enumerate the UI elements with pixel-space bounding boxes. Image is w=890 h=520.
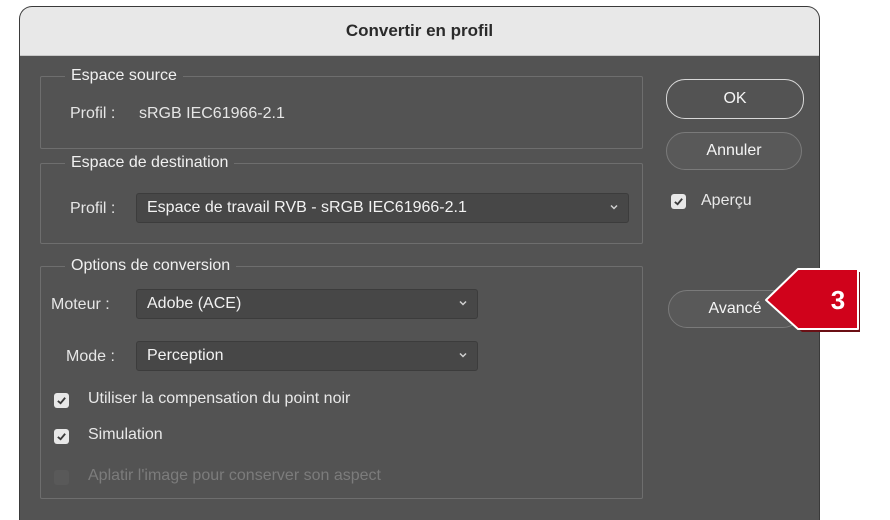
dialog-titlebar[interactable]: Convertir en profil: [20, 7, 819, 56]
conversion-options-legend: Options de conversion: [71, 257, 231, 274]
mode-label: Mode :: [66, 348, 115, 365]
engine-value: Adobe (ACE): [147, 295, 242, 312]
preview-checkbox[interactable]: [671, 194, 686, 209]
simulation-label[interactable]: Simulation: [88, 426, 163, 444]
callout-number: 3: [830, 285, 846, 315]
destination-profile-select[interactable]: Espace de travail RVB - sRGB IEC61966-2.…: [136, 193, 629, 223]
cancel-button[interactable]: Annuler: [666, 132, 802, 170]
ok-button-label: OK: [723, 90, 747, 107]
engine-select[interactable]: Adobe (ACE): [136, 289, 478, 319]
source-profile-label: Profil :: [70, 105, 116, 122]
checkmark-icon: [57, 397, 66, 405]
dialog-title: Convertir en profil: [345, 21, 494, 40]
simulation-checkbox[interactable]: [54, 429, 69, 444]
checkmark-icon: [57, 433, 66, 441]
destination-space-legend: Espace de destination: [71, 154, 229, 171]
chevron-down-icon: [610, 204, 618, 210]
destination-profile-label: Profil :: [70, 200, 116, 217]
advanced-button-label: Avancé: [708, 300, 762, 317]
black-point-checkbox[interactable]: [54, 393, 69, 408]
flatten-label: Aplatir l'image pour conserver son aspec…: [88, 467, 381, 484]
ok-button[interactable]: OK: [666, 79, 804, 119]
checkmark-icon: [674, 198, 683, 206]
mode-value: Perception: [147, 347, 224, 364]
destination-profile-value: Espace de travail RVB - sRGB IEC61966-2.…: [147, 199, 467, 216]
mode-select[interactable]: Perception: [136, 341, 478, 371]
engine-label: Moteur :: [51, 296, 110, 313]
black-point-label[interactable]: Utiliser la compensation du point noir: [88, 390, 350, 408]
cancel-button-label: Annuler: [706, 142, 762, 159]
source-space-group: Espace source: [40, 67, 643, 149]
chevron-down-icon: [459, 300, 467, 306]
chevron-down-icon: [459, 352, 467, 358]
convert-profile-dialog: Convertir en profil Espace source Profil…: [20, 7, 819, 520]
preview-label[interactable]: Aperçu: [701, 192, 752, 210]
source-profile-value: sRGB IEC61966-2.1: [139, 105, 285, 122]
flatten-checkbox[interactable]: [54, 470, 69, 485]
source-space-legend: Espace source: [71, 67, 177, 84]
